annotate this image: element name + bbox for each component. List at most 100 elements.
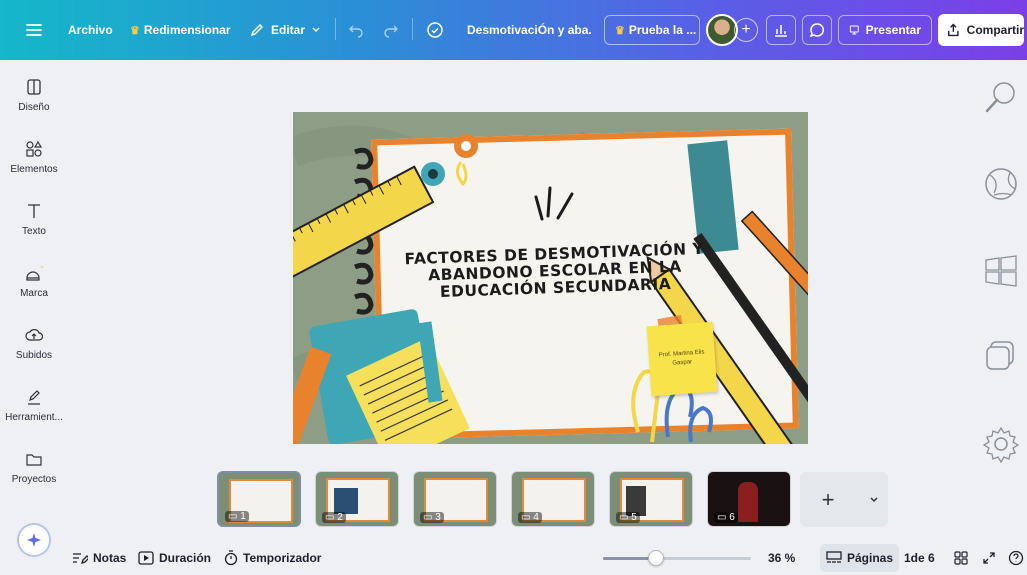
gear-icon[interactable] bbox=[982, 425, 1020, 463]
pages-button[interactable]: Páginas bbox=[820, 544, 900, 572]
page-thumbnail[interactable]: ▭ 3 bbox=[413, 471, 497, 527]
cloud-check-icon bbox=[427, 22, 443, 38]
page-thumbnail[interactable]: ▭ 1 bbox=[217, 471, 301, 527]
thumbnail-image bbox=[738, 482, 758, 522]
insights-button[interactable] bbox=[766, 15, 796, 45]
add-page-options-button[interactable] bbox=[860, 472, 888, 527]
plus-icon: + bbox=[741, 21, 751, 38]
sidebar-item-elements[interactable]: Elementos bbox=[0, 140, 68, 175]
trial-button[interactable]: ♛ Prueba la ... bbox=[604, 15, 700, 45]
sidebar-item-label: Marca bbox=[20, 288, 48, 299]
share-button[interactable]: Compartir bbox=[938, 14, 1024, 46]
page-thumbnail[interactable]: ▭ 6 bbox=[707, 471, 791, 527]
folder-icon bbox=[26, 454, 42, 466]
chevron-down-icon bbox=[312, 27, 320, 33]
zoom-slider[interactable] bbox=[603, 550, 751, 566]
zoom-slider-handle[interactable] bbox=[648, 550, 664, 566]
page-number: 2 bbox=[337, 512, 343, 523]
add-page-button[interactable]: + bbox=[800, 472, 856, 527]
redo-button[interactable] bbox=[383, 0, 399, 60]
timer-label: Temporizador bbox=[243, 550, 322, 565]
file-menu[interactable]: Archivo bbox=[68, 0, 113, 60]
globe-icon[interactable] bbox=[982, 165, 1020, 203]
toolbar-divider bbox=[412, 18, 413, 40]
edit-menu[interactable]: Editar bbox=[249, 0, 321, 60]
save-status-button[interactable] bbox=[426, 0, 444, 60]
sidebar-item-label: Texto bbox=[22, 226, 46, 237]
comment-icon bbox=[809, 23, 825, 38]
page-thumbnail[interactable]: ▭ 5 bbox=[609, 471, 693, 527]
zoom-value[interactable]: 36 % bbox=[768, 540, 795, 575]
pages-label: Páginas bbox=[847, 551, 894, 565]
stopwatch-icon bbox=[224, 549, 238, 565]
page-number-badge: ▭ 1 bbox=[225, 511, 249, 522]
windows-icon[interactable] bbox=[982, 252, 1020, 290]
crown-icon: ♛ bbox=[130, 24, 140, 37]
notes-button[interactable]: Notas bbox=[72, 540, 126, 575]
undo-button[interactable] bbox=[348, 0, 364, 60]
grid-icon bbox=[954, 550, 968, 565]
expand-icon bbox=[983, 551, 995, 564]
timer-button[interactable]: Temporizador bbox=[224, 540, 321, 575]
layout-icon bbox=[27, 79, 41, 95]
slide-canvas[interactable]: FACTORES DE DESMOTIVACIÓN Y ABANDONO ESC… bbox=[293, 112, 808, 444]
invite-collaborator-button[interactable]: + bbox=[734, 18, 758, 42]
slide-title[interactable]: FACTORES DE DESMOTIVACIÓN Y ABANDONO ESC… bbox=[404, 240, 706, 302]
upload-icon bbox=[25, 329, 43, 341]
sidebar-item-text[interactable]: Texto bbox=[0, 202, 68, 237]
draw-icon bbox=[28, 390, 40, 405]
page-thumbnail[interactable]: ▭ 4 bbox=[511, 471, 595, 527]
text-icon bbox=[28, 204, 40, 218]
page-thumbnail[interactable]: ▭ 2 bbox=[315, 471, 399, 527]
page-number: 1 bbox=[240, 511, 246, 522]
search-icon[interactable] bbox=[982, 78, 1020, 116]
sidebar-item-label: Subidos bbox=[15, 350, 53, 361]
page-number: 6 bbox=[729, 512, 735, 523]
help-icon bbox=[1008, 550, 1024, 565]
trial-label: Prueba la ... bbox=[628, 23, 697, 37]
page-number-badge: ▭ 4 bbox=[518, 512, 542, 523]
sidebar-item-projects[interactable]: Proyectos bbox=[0, 450, 68, 485]
crown-icon: ♛ bbox=[615, 24, 625, 37]
pages-icon bbox=[826, 551, 842, 563]
grid-view-button[interactable] bbox=[954, 540, 968, 575]
magic-assistant-button[interactable] bbox=[17, 523, 51, 557]
duration-button[interactable]: Duración bbox=[138, 540, 211, 575]
page-indicator: 1de 6 bbox=[904, 540, 935, 575]
notes-label: Notas bbox=[93, 550, 127, 565]
sparkle-icon bbox=[27, 533, 41, 547]
sidebar-item-label: Elementos bbox=[10, 164, 58, 175]
play-icon bbox=[138, 550, 154, 565]
comments-button[interactable] bbox=[802, 15, 832, 45]
shapes-icon bbox=[26, 140, 43, 157]
plus-icon: + bbox=[821, 486, 835, 512]
author-name: Prof. Martina Elis Gaspar bbox=[658, 349, 705, 367]
top-toolbar: Archivo ♛ Redimensionar Editar Desmotiva… bbox=[0, 0, 1027, 60]
undo-icon bbox=[349, 25, 363, 38]
resize-button[interactable]: ♛ Redimensionar bbox=[130, 0, 231, 60]
bar-chart-icon bbox=[775, 25, 787, 37]
help-button[interactable] bbox=[1008, 540, 1024, 575]
main-menu-button[interactable] bbox=[26, 0, 42, 60]
sidebar-item-tools[interactable]: Herramient... bbox=[0, 388, 68, 423]
page-number-badge: ▭ 5 bbox=[616, 512, 640, 523]
resize-label: Redimensionar bbox=[143, 23, 231, 37]
fullscreen-button[interactable] bbox=[982, 540, 996, 575]
redo-icon bbox=[384, 25, 398, 38]
page-number: 5 bbox=[631, 512, 637, 523]
zoom-value-text: 36 % bbox=[768, 550, 796, 565]
copy-icon[interactable] bbox=[982, 337, 1020, 375]
chevron-down-icon bbox=[870, 496, 878, 502]
page-number-badge: ▭ 3 bbox=[420, 512, 444, 523]
author-sticky-note[interactable]: Prof. Martina Elis Gaspar bbox=[646, 321, 718, 397]
present-button[interactable]: Presentar bbox=[838, 15, 932, 45]
document-title[interactable]: DesmotivaciÓn y aba... bbox=[467, 0, 591, 60]
share-label: Compartir bbox=[966, 23, 1024, 37]
left-sidebar: Diseño Elementos Texto Marca Subidos Her… bbox=[0, 60, 68, 575]
sidebar-item-design[interactable]: Diseño bbox=[0, 78, 68, 113]
sidebar-item-uploads[interactable]: Subidos bbox=[0, 326, 68, 361]
sidebar-item-brand[interactable]: Marca bbox=[0, 264, 68, 299]
toolbar-divider bbox=[335, 18, 336, 40]
thumbnail-image bbox=[334, 488, 358, 514]
sidebar-item-label: Proyectos bbox=[11, 474, 57, 485]
